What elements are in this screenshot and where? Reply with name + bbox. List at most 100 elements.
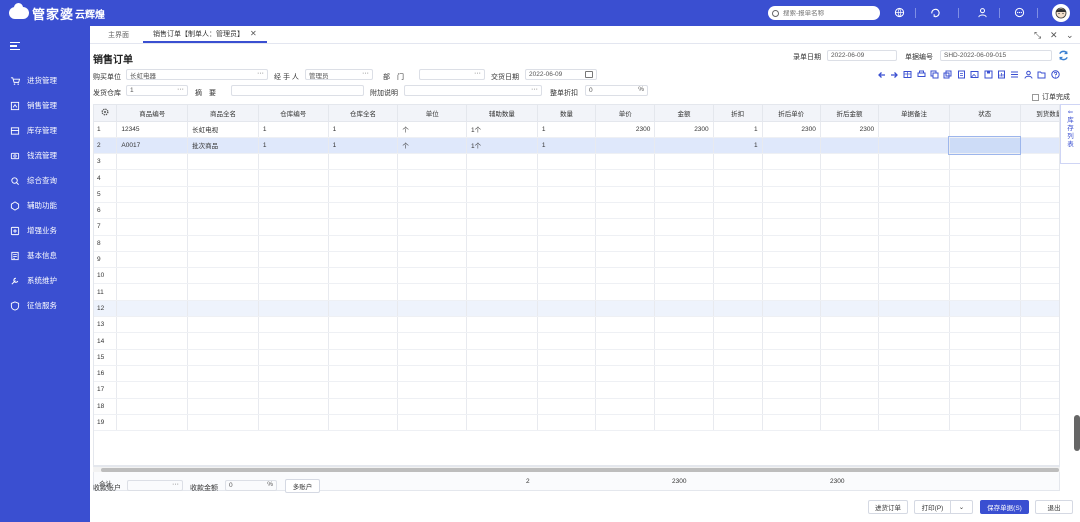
table-cell[interactable]: 2300 [595,121,656,138]
column-header[interactable]: 仓库编号 [258,105,329,122]
discount-field[interactable]: 0% [585,85,648,96]
table-cell[interactable] [397,349,468,366]
table-cell[interactable] [466,169,538,187]
table-cell[interactable] [466,300,538,318]
table-cell[interactable] [595,186,656,203]
table-row[interactable]: 15 [94,349,1059,366]
table-cell[interactable] [820,251,880,269]
table-cell[interactable] [187,169,259,187]
table-cell[interactable] [328,316,399,334]
table-cell[interactable] [328,186,399,203]
sidebar-item-7[interactable]: 基本信息 [0,243,90,268]
table-cell[interactable] [654,186,714,203]
table-cell[interactable] [595,316,656,334]
table-cell[interactable] [1020,251,1059,269]
table-cell[interactable] [537,153,597,171]
table-cell[interactable] [762,137,821,155]
table-cell[interactable] [328,153,399,171]
table-cell[interactable] [397,365,468,383]
table-cell[interactable] [397,186,468,203]
table-row[interactable]: 3 [94,153,1059,171]
table-cell[interactable] [537,251,597,269]
save-button[interactable]: 保存单据(S) [980,500,1029,514]
table-row[interactable]: 12 [94,300,1059,318]
table-cell[interactable] [713,332,763,350]
table-cell[interactable] [654,349,714,366]
table-cell[interactable] [820,365,880,383]
table-cell[interactable] [537,169,597,187]
table-cell[interactable] [820,202,880,220]
table-cell[interactable] [1020,202,1059,220]
table-cell[interactable] [328,202,399,220]
table-cell[interactable] [328,235,399,252]
calendar-icon[interactable] [585,71,593,78]
table-cell[interactable] [466,218,538,236]
table-cell[interactable] [466,398,538,415]
table-cell[interactable] [397,332,468,350]
table-cell[interactable] [762,186,821,203]
table-cell[interactable] [949,121,1021,138]
table-cell[interactable] [878,137,950,155]
table-cell[interactable]: 1 [328,137,399,155]
table-cell[interactable] [187,381,259,399]
table-cell[interactable] [258,251,329,269]
table-cell[interactable] [820,414,880,432]
table-cell[interactable] [713,349,763,366]
user-icon[interactable] [976,6,988,18]
table-cell[interactable] [820,235,880,252]
help-circle-icon[interactable] [1050,69,1060,79]
table-cell[interactable] [654,137,714,155]
table-cell[interactable] [116,300,189,318]
summary-field[interactable] [231,85,364,96]
table-cell[interactable] [1020,398,1059,415]
table-row[interactable]: 13 [94,316,1059,334]
refresh-cloud-icon[interactable] [929,6,941,18]
handler-field[interactable]: 管理员 ··· [305,69,373,80]
table-cell[interactable] [537,300,597,318]
table-cell[interactable] [258,235,329,252]
table-cell[interactable] [116,267,189,285]
table-cell[interactable] [595,365,656,383]
table-cell[interactable] [762,202,821,220]
table-cell[interactable] [258,169,329,187]
table-cell[interactable] [466,332,538,350]
table-cell[interactable] [654,202,714,220]
print-icon[interactable] [916,69,926,79]
table-cell[interactable] [878,267,950,285]
table-cell[interactable] [820,283,880,301]
table-cell[interactable] [466,235,538,252]
column-header[interactable]: 折后金额 [820,105,880,122]
table-cell[interactable] [187,202,259,220]
table-row[interactable]: 9 [94,251,1059,269]
column-header[interactable]: 商品编号 [116,105,189,122]
search-input[interactable] [783,9,873,17]
table-cell[interactable] [713,365,763,383]
table-cell[interactable] [713,267,763,285]
table-cell[interactable] [116,202,189,220]
table-cell[interactable] [537,202,597,220]
table-cell[interactable] [187,235,259,252]
table-row[interactable]: 7 [94,218,1059,236]
table-cell[interactable] [878,251,950,269]
table-cell[interactable] [949,283,1021,301]
table-cell[interactable] [762,169,821,187]
table-cell[interactable] [328,414,399,432]
table-row[interactable]: 2 A0017 批次商品 1 1 个 1个 1 1 [94,136,1059,155]
table-cell[interactable]: 1 [258,121,329,138]
table-cell[interactable] [595,267,656,285]
table-row[interactable]: 11 [94,283,1059,301]
table-cell[interactable] [116,316,189,334]
table-cell[interactable] [1020,381,1059,399]
table-cell[interactable] [820,398,880,415]
table-cell[interactable] [116,283,189,301]
table-row[interactable]: 5 [94,186,1059,203]
table-cell[interactable] [466,186,538,203]
table-cell[interactable] [713,300,763,318]
table-cell[interactable] [258,267,329,285]
column-header[interactable]: 状态 [949,105,1021,122]
table-cell[interactable] [397,381,468,399]
table-cell[interactable] [713,316,763,334]
table-cell[interactable] [1020,267,1059,285]
column-header[interactable]: 折扣 [713,105,763,122]
table-cell[interactable]: 个 [397,121,468,138]
